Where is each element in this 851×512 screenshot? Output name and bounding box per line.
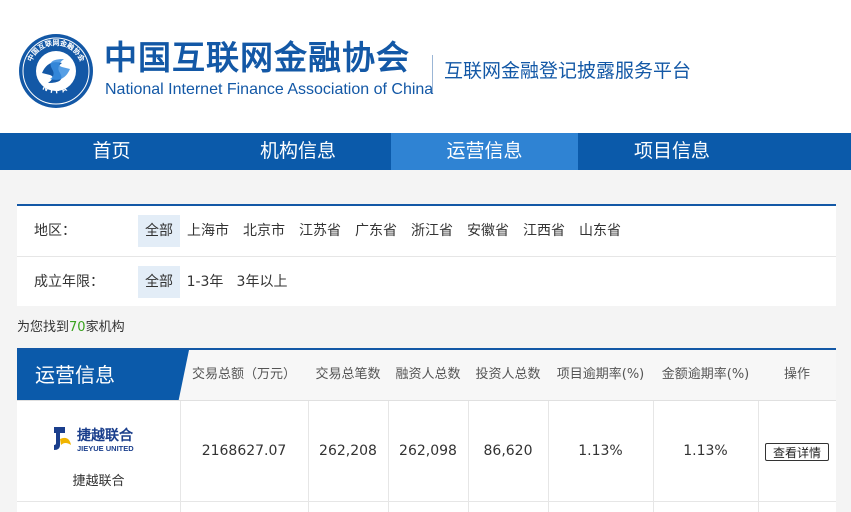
- cell-total-count: 262,208: [319, 443, 377, 459]
- view-details-button[interactable]: 查看详情: [765, 443, 829, 461]
- filter-region-guangdong[interactable]: 广东省: [353, 215, 399, 247]
- site-header: 中国互联网金融协会 NIFA 中国互联网金融协会 National Intern…: [0, 0, 851, 133]
- cell-amount-overdue: 1.13%: [683, 443, 728, 459]
- header-divider: [432, 55, 433, 93]
- filter-region-shanghai[interactable]: 上海市: [185, 215, 231, 247]
- col-project-overdue: 项目逾期率(%): [556, 367, 645, 382]
- org-name-cn[interactable]: 中国互联网金融协会: [104, 38, 410, 78]
- column-divider: [308, 401, 309, 512]
- nav-institution-info[interactable]: 机构信息: [205, 133, 391, 170]
- column-divider: [653, 401, 654, 512]
- column-divider: [180, 401, 181, 512]
- column-divider: [758, 401, 759, 512]
- filter-region-beijing[interactable]: 北京市: [241, 215, 287, 247]
- col-total-amount: 交易总额（万元）: [191, 367, 296, 382]
- logo-text-en: JIEYUE UNITED: [77, 444, 134, 453]
- filter-region-shandong[interactable]: 山东省: [577, 215, 623, 247]
- filter-row-years: 成立年限： 全部 1-3年 3年以上: [17, 257, 836, 307]
- org-name-en: National Internet Finance Association of…: [105, 81, 434, 98]
- filter-years-1-3[interactable]: 1-3年: [185, 266, 225, 298]
- table-header: 运营信息 交易总额（万元） 交易总笔数 融资人总数 投资人总数 项目逾期率(%)…: [17, 350, 836, 401]
- col-investors: 投资人总数: [475, 367, 541, 382]
- result-count-number: 70: [69, 320, 86, 335]
- institution-name[interactable]: 捷越联合: [17, 473, 180, 491]
- filter-region-all[interactable]: 全部: [138, 215, 180, 247]
- table-row: 捷越联合 JIEYUE UNITED 捷越联合 2168627.07 262,2…: [17, 401, 836, 502]
- main-nav: 首页 机构信息 运营信息 项目信息: [0, 133, 851, 170]
- table-title: 运营信息: [35, 363, 115, 387]
- col-action: 操作: [783, 367, 810, 382]
- logo-text-cn: 捷越联合: [77, 427, 134, 444]
- filter-region-jiangsu[interactable]: 江苏省: [297, 215, 343, 247]
- jieyue-logo-icon[interactable]: 捷越联合 JIEYUE UNITED: [51, 423, 147, 453]
- result-suffix: 家机构: [85, 320, 125, 335]
- column-divider: [548, 401, 549, 512]
- result-prefix: 为您找到: [17, 320, 70, 335]
- filter-region-jiangxi[interactable]: 江西省: [521, 215, 567, 247]
- filter-region-zhejiang[interactable]: 浙江省: [409, 215, 455, 247]
- cell-total-amount: 2168627.07: [201, 443, 287, 459]
- column-divider: [468, 401, 469, 512]
- filter-label-years: 成立年限：: [34, 274, 104, 290]
- filter-years-all[interactable]: 全部: [138, 266, 180, 298]
- col-amount-overdue: 金额逾期率(%): [661, 367, 750, 382]
- result-count: 为您找到70家机构: [17, 318, 125, 338]
- operation-table: 运营信息 交易总额（万元） 交易总笔数 融资人总数 投资人总数 项目逾期率(%)…: [17, 348, 836, 512]
- cell-borrowers: 262,098: [399, 443, 457, 459]
- filter-region-anhui[interactable]: 安徽省: [465, 215, 511, 247]
- filter-years-3-plus[interactable]: 3年以上: [234, 266, 290, 298]
- column-divider: [388, 401, 389, 512]
- col-total-count: 交易总笔数: [315, 367, 381, 382]
- filter-row-region: 地区： 全部 上海市 北京市 江苏省 广东省 浙江省 安徽省 江西省 山东省: [17, 206, 836, 257]
- cell-project-overdue: 1.13%: [578, 443, 623, 459]
- filter-label-region: 地区：: [34, 223, 76, 239]
- platform-title: 互联网金融登记披露服务平台: [444, 60, 692, 82]
- nav-project-info[interactable]: 项目信息: [578, 133, 766, 170]
- table-title-tab: 运营信息: [17, 350, 189, 400]
- filter-panel: 地区： 全部 上海市 北京市 江苏省 广东省 浙江省 安徽省 江西省 山东省 成…: [17, 204, 836, 306]
- nav-home[interactable]: 首页: [18, 133, 205, 170]
- nifa-emblem-icon[interactable]: 中国互联网金融协会 NIFA: [18, 33, 94, 109]
- nav-operation-info[interactable]: 运营信息: [391, 133, 578, 170]
- cell-investors: 86,620: [483, 443, 533, 459]
- col-borrowers: 融资人总数: [395, 367, 461, 382]
